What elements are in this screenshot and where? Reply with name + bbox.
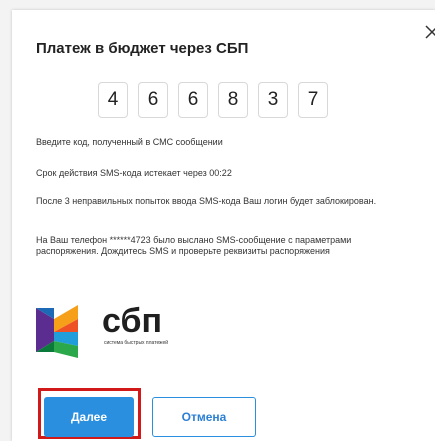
attempts-warning-text: После 3 неправильных попыток ввода SMS-к… bbox=[36, 196, 377, 206]
code-digit-5[interactable]: 3 bbox=[258, 82, 288, 118]
code-digit-4[interactable]: 8 bbox=[218, 82, 248, 118]
code-digit-3[interactable]: 6 bbox=[178, 82, 208, 118]
expiry-text: Срок действия SMS-кода истекает через 00… bbox=[36, 168, 232, 178]
sms-sent-text: На Ваш телефон ******4723 было выслано S… bbox=[36, 235, 352, 256]
code-digit-6[interactable]: 7 bbox=[298, 82, 328, 118]
close-button[interactable] bbox=[422, 22, 435, 42]
dialog-title: Платеж в бюджет через СБП bbox=[36, 40, 249, 57]
enter-code-text: Введите код, полученный в СМС сообщении bbox=[36, 137, 223, 147]
close-icon bbox=[425, 25, 435, 39]
next-button[interactable]: Далее bbox=[44, 397, 134, 437]
code-digit-1[interactable]: 4 bbox=[98, 82, 128, 118]
cancel-button[interactable]: Отмена bbox=[152, 397, 256, 437]
sbp-logo-text: сбп bbox=[102, 302, 162, 340]
code-digit-2[interactable]: 6 bbox=[138, 82, 168, 118]
sbp-logo-icon bbox=[36, 305, 78, 358]
payment-dialog bbox=[12, 10, 435, 441]
sbp-logo-subtitle: система быстрых платежей bbox=[104, 340, 169, 346]
sbp-logo: сбп система быстрых платежей bbox=[36, 302, 186, 360]
